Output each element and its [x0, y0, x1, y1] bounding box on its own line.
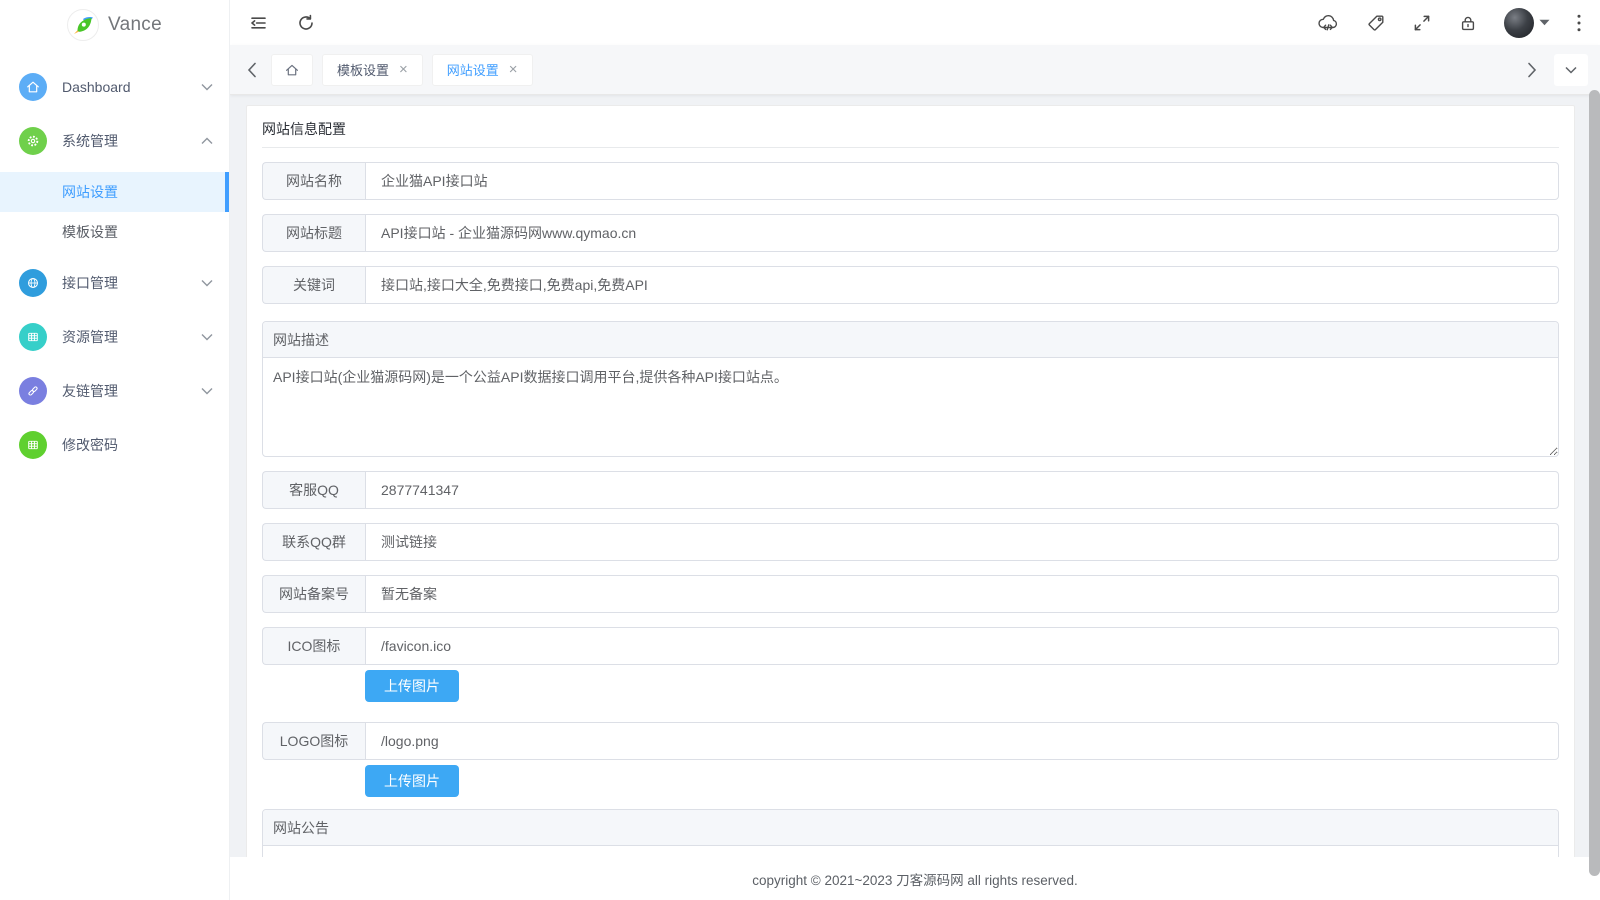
- grid-icon: [19, 323, 47, 351]
- tag-icon[interactable]: [1366, 13, 1386, 33]
- chevron-down-icon: [201, 333, 213, 341]
- sidebar-item-site-settings[interactable]: 网站设置: [0, 172, 229, 212]
- rocket-logo-icon: [67, 9, 99, 41]
- cloud-code-icon[interactable]: [1316, 12, 1340, 34]
- site-info-card: 网站信息配置 网站名称 网站标题 关键词 网站描述 API接口站(企业猫源码网)…: [246, 105, 1575, 900]
- home-icon: [19, 73, 47, 101]
- sidebar-item-label: 修改密码: [62, 435, 213, 455]
- sidebar-item-label: 友链管理: [62, 381, 201, 401]
- copyright-text: copyright © 2021~2023 刀客源码网 all rights r…: [752, 869, 1077, 889]
- field-label: LOGO图标: [262, 722, 365, 760]
- kebab-menu-icon[interactable]: [1576, 13, 1582, 33]
- sidebar-item-label: 资源管理: [62, 327, 201, 347]
- field-label: 网站备案号: [262, 575, 365, 613]
- field-label: 网站名称: [262, 162, 365, 200]
- lock-icon[interactable]: [1458, 13, 1478, 33]
- gear-icon: [19, 127, 47, 155]
- upload-logo-button[interactable]: 上传图片: [365, 765, 459, 797]
- sidebar-item-api-management[interactable]: 接口管理: [0, 256, 229, 310]
- chevron-down-icon: [201, 83, 213, 91]
- tab-home[interactable]: [271, 54, 313, 86]
- chevron-down-icon: [1565, 66, 1577, 74]
- sidebar-item-friendlink-management[interactable]: 友链管理: [0, 364, 229, 418]
- chevron-down-icon: [201, 279, 213, 287]
- footer: copyright © 2021~2023 刀客源码网 all rights r…: [230, 857, 1600, 900]
- sidebar-menu: Dashboard 系统管理 网站设置 模板设置: [0, 50, 229, 472]
- site-title-input[interactable]: [365, 214, 1559, 252]
- field-ico-icon: ICO图标: [262, 627, 1559, 665]
- sidebar-item-change-password[interactable]: 修改密码: [0, 418, 229, 472]
- upload-ico-button[interactable]: 上传图片: [365, 670, 459, 702]
- sidebar-item-label: 系统管理: [62, 131, 201, 151]
- field-service-qq: 客服QQ: [262, 471, 1559, 509]
- field-site-title: 网站标题: [262, 214, 1559, 252]
- sidebar-item-dashboard[interactable]: Dashboard: [0, 60, 229, 114]
- tabs-scroll-right-button[interactable]: [1522, 62, 1542, 78]
- field-logo-icon: LOGO图标: [262, 722, 1559, 760]
- tabbar: 模板设置 × 网站设置 ×: [230, 45, 1600, 95]
- tabs-scroll-left-button[interactable]: [242, 62, 262, 78]
- field-site-name: 网站名称: [262, 162, 1559, 200]
- field-icp-number: 网站备案号: [262, 575, 1559, 613]
- service-qq-input[interactable]: [365, 471, 1559, 509]
- contact-qq-group-input[interactable]: [365, 523, 1559, 561]
- vertical-scrollbar[interactable]: [1589, 90, 1600, 876]
- app-title: Vance: [108, 14, 162, 36]
- grid-icon: [19, 431, 47, 459]
- logo-icon-input[interactable]: [365, 722, 1559, 760]
- content-area: 网站信息配置 网站名称 网站标题 关键词 网站描述 API接口站(企业猫源码网)…: [230, 95, 1600, 900]
- tab-template-settings[interactable]: 模板设置 ×: [322, 54, 423, 86]
- icp-number-input[interactable]: [365, 575, 1559, 613]
- user-menu[interactable]: [1504, 8, 1550, 38]
- sidebar-item-resource-management[interactable]: 资源管理: [0, 310, 229, 364]
- tab-label: 网站设置: [447, 60, 499, 79]
- home-icon: [284, 62, 300, 78]
- tab-label: 模板设置: [337, 60, 389, 79]
- link-icon: [19, 377, 47, 405]
- avatar[interactable]: [1504, 8, 1534, 38]
- caret-down-icon: [1539, 19, 1550, 26]
- app-logo[interactable]: Vance: [0, 0, 229, 50]
- submenu-system-management: 网站设置 模板设置: [0, 172, 229, 252]
- submenu-item-label: 模板设置: [62, 224, 118, 240]
- sidebar-item-template-settings[interactable]: 模板设置: [0, 212, 229, 252]
- site-name-input[interactable]: [365, 162, 1559, 200]
- refresh-icon[interactable]: [296, 13, 316, 33]
- field-label: 客服QQ: [262, 471, 365, 509]
- description-textarea[interactable]: API接口站(企业猫源码网)是一个公益API数据接口调用平台,提供各种API接口…: [263, 358, 1558, 456]
- field-label: 网站标题: [262, 214, 365, 252]
- field-label: 关键词: [262, 266, 365, 304]
- ico-icon-input[interactable]: [365, 627, 1559, 665]
- chevron-up-icon: [201, 137, 213, 145]
- field-label: ICO图标: [262, 627, 365, 665]
- fullscreen-icon[interactable]: [1412, 13, 1432, 33]
- keywords-input[interactable]: [365, 266, 1559, 304]
- field-description: 网站描述 API接口站(企业猫源码网)是一个公益API数据接口调用平台,提供各种…: [262, 321, 1559, 457]
- globe-icon: [19, 269, 47, 297]
- close-icon[interactable]: ×: [509, 62, 518, 77]
- sidebar: Vance Dashboard 系统管理: [0, 0, 230, 900]
- main-area: 模板设置 × 网站设置 × 网站信息配置 网站名称 网站标题: [230, 0, 1600, 900]
- field-label: 网站描述: [263, 322, 1558, 358]
- sidebar-item-label: 接口管理: [62, 273, 201, 293]
- submenu-item-label: 网站设置: [62, 184, 118, 200]
- card-title: 网站信息配置: [262, 106, 1559, 148]
- field-keywords: 关键词: [262, 266, 1559, 304]
- chevron-down-icon: [201, 387, 213, 395]
- menu-fold-icon[interactable]: [248, 13, 268, 33]
- close-icon[interactable]: ×: [399, 62, 408, 77]
- field-label: 联系QQ群: [262, 523, 365, 561]
- tab-site-settings[interactable]: 网站设置 ×: [432, 54, 533, 86]
- topbar: [230, 0, 1600, 45]
- tabs-options-button[interactable]: [1554, 54, 1588, 86]
- sidebar-item-label: Dashboard: [62, 79, 201, 95]
- field-contact-qq-group: 联系QQ群: [262, 523, 1559, 561]
- field-label: 网站公告: [263, 810, 1558, 846]
- sidebar-item-system-management[interactable]: 系统管理: [0, 114, 229, 168]
